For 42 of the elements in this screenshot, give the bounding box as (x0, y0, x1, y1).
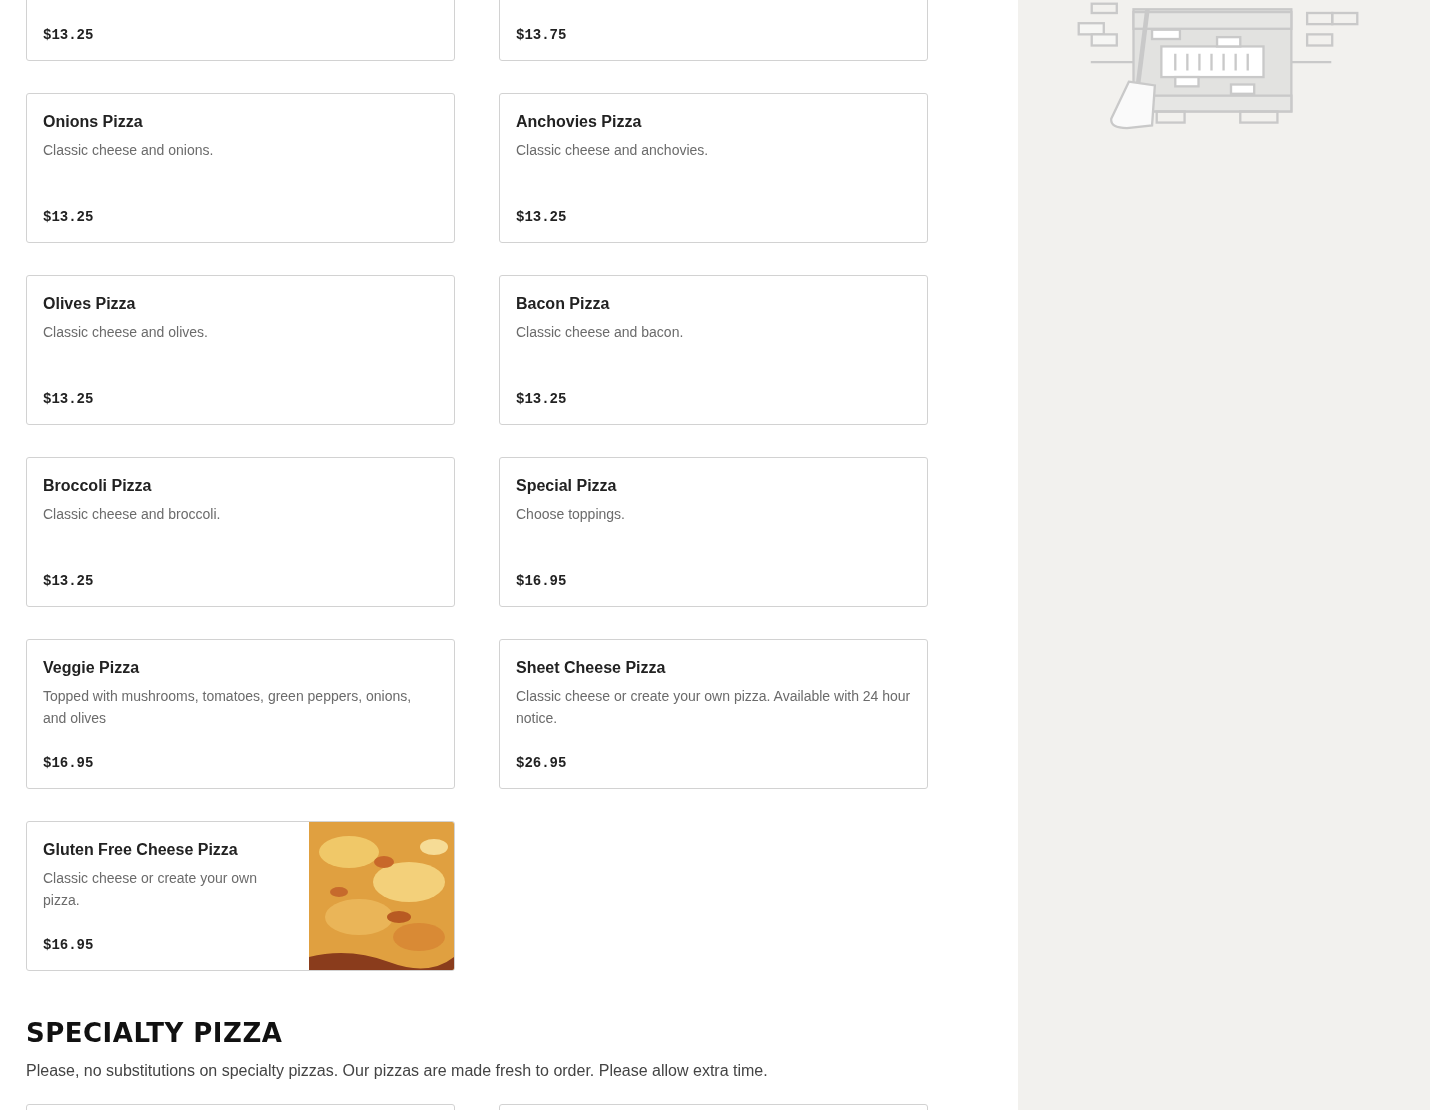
item-price: $13.25 (43, 27, 95, 43)
item-name: Onions Pizza (43, 113, 144, 131)
section-title: SPECIALTY PIZZA (26, 1018, 284, 1048)
item-description: Classic cheese and onions. (43, 141, 215, 160)
item-name: Broccoli Pizza (43, 477, 153, 495)
item-price: $13.25 (43, 573, 95, 589)
item-name: Gluten Free Cheese Pizza (43, 841, 239, 859)
item-price: $16.95 (516, 573, 568, 589)
item-description: Topped with mushrooms, tomatoes, green peppers, onions, and olives (43, 687, 413, 728)
menu-card[interactable]: Olives Pizza Classic cheese and olives. $13.25 (26, 275, 455, 425)
item-description: Choose toppings. (516, 505, 626, 524)
item-price: $13.25 (43, 209, 95, 225)
item-description: Classic cheese and bacon. (516, 323, 685, 342)
item-price: $13.75 (516, 27, 568, 43)
item-name: Anchovies Pizza (516, 113, 643, 131)
item-price: $26.95 (516, 755, 568, 771)
item-description: Classic cheese and anchovies. (516, 141, 710, 160)
item-description: Classic cheese and broccoli. (43, 505, 222, 524)
item-description: Classic cheese or create your own pizza. (43, 869, 258, 910)
menu-card[interactable]: $13.25 (26, 0, 455, 61)
item-description: Classic cheese and olives. (43, 323, 209, 342)
menu-card[interactable]: Veggie Pizza Topped with mushrooms, tomatoes, green peppers, onions, and olives $16.95 (26, 639, 455, 789)
menu-card[interactable]: $13.75 (499, 0, 928, 61)
item-description: Classic cheese or create your own pizza. Available with 24 hour notice. (516, 687, 911, 728)
item-name: Special Pizza (516, 477, 618, 495)
section-note: Please, no substitutions on specialty pizzas. Our pizzas are made fresh to order. Please allow extra time. (26, 1062, 769, 1080)
item-price: $16.95 (43, 937, 95, 953)
menu-card[interactable]: Anchovies Pizza Classic cheese and anchovies. $13.25 (499, 93, 928, 243)
menu-card[interactable]: Bacon Pizza Classic cheese and bacon. $13.25 (499, 275, 928, 425)
item-price: $13.25 (516, 391, 568, 407)
menu-card[interactable]: Onions Pizza Classic cheese and onions. $13.25 (26, 93, 455, 243)
menu-card[interactable]: Gluten Free Cheese Pizza Classic cheese or create your own pizza. $16.95 (26, 821, 455, 971)
menu-card[interactable]: Special Pizza Choose toppings. $16.95 (499, 457, 928, 607)
item-name: Veggie Pizza (43, 659, 141, 677)
item-price: $13.25 (516, 209, 568, 225)
item-name: Bacon Pizza (516, 295, 611, 313)
item-price: $16.95 (43, 755, 95, 771)
item-name: Sheet Cheese Pizza (516, 659, 667, 677)
menu-card[interactable]: Broccoli Pizza Classic cheese and broccoli. $13.25 (26, 457, 455, 607)
menu-card[interactable]: Sheet Cheese Pizza Classic cheese or create your own pizza. Available with 24 hour notice. $26.95 (499, 639, 928, 789)
item-name: Olives Pizza (43, 295, 137, 313)
item-price: $13.25 (43, 391, 95, 407)
